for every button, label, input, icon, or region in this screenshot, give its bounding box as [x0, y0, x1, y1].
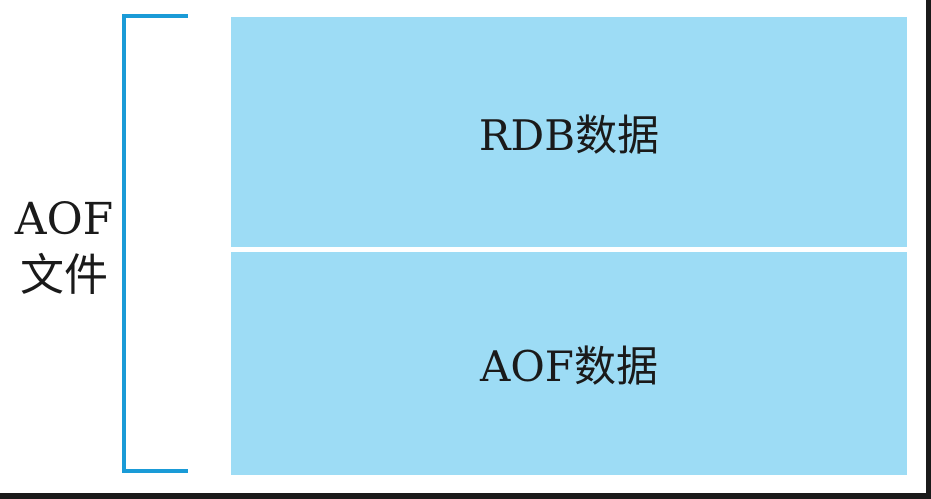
- frame-border-right: [926, 0, 931, 499]
- aof-file-bracket: [122, 14, 188, 473]
- frame-border-bottom: [0, 493, 931, 499]
- aof-file-label-line1: AOF: [14, 194, 114, 245]
- rdb-data-block: RDB数据: [231, 17, 907, 247]
- aof-data-label: AOF数据: [480, 342, 658, 391]
- aof-data-block: AOF数据: [231, 252, 907, 475]
- aof-file-label-line2: 文件: [20, 250, 108, 301]
- aof-file-label: AOF 文件: [8, 192, 120, 304]
- rdb-data-label: RDB数据: [478, 110, 660, 160]
